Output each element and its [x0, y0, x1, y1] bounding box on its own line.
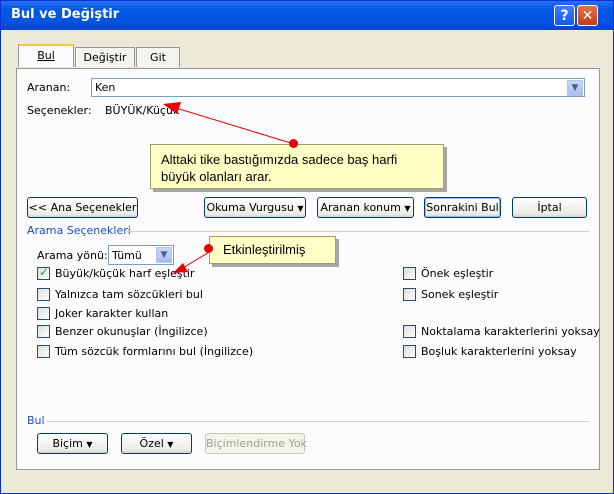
arrowhead-active [173, 263, 188, 273]
callout-active: Etkinleştirilmiş [209, 236, 336, 264]
callout-active-text: Etkinleştirilmiş [223, 242, 306, 257]
find-replace-dialog: Bul ve Değiştir ? ✕ Bul Değiştir Git Ara… [0, 0, 614, 494]
arrow-line-top [175, 107, 295, 145]
callout-top-text: Alttaki tike bastığımızda sadece baş har… [161, 152, 398, 184]
tab-find-label: Bul [37, 49, 55, 62]
arrow-line-active [180, 250, 212, 270]
arrowhead-top [163, 102, 181, 114]
callout-top: Alttaki tike bastığımızda sadece baş har… [150, 144, 444, 189]
callout-active-marker [204, 244, 213, 253]
callout-top-marker [289, 139, 298, 148]
tab-find[interactable]: Bul [18, 44, 74, 67]
